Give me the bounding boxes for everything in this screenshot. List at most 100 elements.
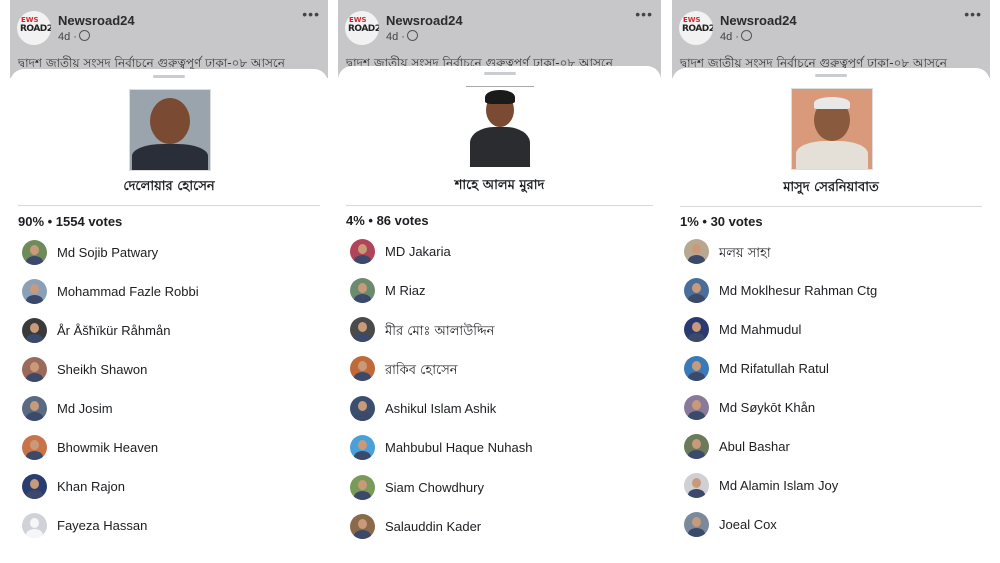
avatar[interactable]: [22, 474, 47, 499]
voter-item[interactable]: Ashikul Islam Ashik: [350, 394, 657, 422]
avatar[interactable]: [350, 239, 375, 264]
avatar[interactable]: [22, 513, 47, 538]
voter-item[interactable]: Fayeza Hassan: [22, 511, 324, 539]
vote-summary: 90% • 1554 votes: [18, 214, 123, 229]
voter-item[interactable]: Md Sojib Patwary: [22, 238, 324, 266]
voter-item[interactable]: Md Rifatullah Ratul: [684, 354, 986, 382]
page-logo[interactable]: EWS ROAD24: [17, 11, 51, 45]
avatar[interactable]: [22, 435, 47, 460]
voter-item[interactable]: Md Mahmudul: [684, 315, 986, 343]
avatar[interactable]: [350, 435, 375, 460]
more-options-icon[interactable]: •••: [635, 6, 653, 22]
avatar[interactable]: [22, 240, 47, 265]
voter-item[interactable]: Md Søykōt Khån: [684, 393, 986, 421]
voter-name[interactable]: Md Mahmudul: [719, 322, 801, 337]
voter-name[interactable]: Md Moklhesur Rahman Ctg: [719, 283, 877, 298]
voters-sheet: মাসুদ সেরনিয়াবাত 1% • 30 votes মলয় সাহ…: [672, 68, 990, 563]
candidate-photo: [129, 89, 211, 171]
voter-item[interactable]: År Åšħïkür Råhmån: [22, 316, 324, 344]
logo-top-text: EWS: [683, 16, 701, 24]
post-time: 4d ·: [720, 30, 752, 43]
poll-panel-2: EWS ROAD24 Newsroad24 4d · ••• দ্বাদশ জা…: [338, 0, 661, 563]
voter-item[interactable]: Sheikh Shawon: [22, 355, 324, 383]
voter-name[interactable]: Md Alamin Islam Joy: [719, 478, 838, 493]
page-name[interactable]: Newsroad24: [58, 13, 135, 28]
divider: [18, 205, 320, 206]
logo-top-text: EWS: [21, 16, 39, 24]
voter-name[interactable]: År Åšħïkür Råhmån: [57, 323, 170, 338]
voter-name[interactable]: মলয় সাহা: [719, 244, 771, 265]
voter-name[interactable]: Siam Chowdhury: [385, 480, 484, 495]
voter-item[interactable]: মীর মোঃ আলাউদ্দিন: [350, 315, 657, 343]
voter-name[interactable]: MD Jakaria: [385, 244, 451, 259]
avatar[interactable]: [684, 239, 709, 264]
avatar[interactable]: [22, 396, 47, 421]
post-header: EWS ROAD24 Newsroad24 4d · ••• দ্বাদশ জা…: [10, 0, 328, 78]
voter-name[interactable]: M Riaz: [385, 283, 425, 298]
avatar[interactable]: [350, 356, 375, 381]
globe-icon: [740, 30, 752, 41]
voter-name[interactable]: Md Rifatullah Ratul: [719, 361, 829, 376]
more-options-icon[interactable]: •••: [302, 6, 320, 22]
avatar[interactable]: [350, 317, 375, 342]
sheet-grabber[interactable]: [153, 75, 185, 78]
avatar[interactable]: [350, 475, 375, 500]
avatar[interactable]: [22, 318, 47, 343]
avatar[interactable]: [684, 317, 709, 342]
voter-name[interactable]: Abul Bashar: [719, 439, 790, 454]
post-header: EWS ROAD24 Newsroad24 4d · ••• দ্বাদশ জা…: [672, 0, 990, 78]
voter-name[interactable]: Md Josim: [57, 401, 113, 416]
avatar[interactable]: [684, 356, 709, 381]
voter-item[interactable]: Abul Bashar: [684, 432, 986, 460]
avatar[interactable]: [684, 473, 709, 498]
post-time-text: 4d ·: [386, 31, 405, 43]
voter-name[interactable]: Joeal Cox: [719, 517, 777, 532]
sheet-grabber[interactable]: [483, 72, 516, 75]
avatar[interactable]: [350, 514, 375, 539]
page-logo[interactable]: EWS ROAD24: [345, 11, 379, 45]
page-name[interactable]: Newsroad24: [386, 13, 463, 28]
voter-item[interactable]: মলয় সাহা: [684, 237, 986, 265]
candidate-name: শাহে আলম মুরাদ: [454, 178, 545, 193]
voter-item[interactable]: Mahbubul Haque Nuhash: [350, 433, 657, 461]
voter-item[interactable]: রাকিব হোসেন: [350, 354, 657, 382]
voter-name[interactable]: Md Søykōt Khån: [719, 400, 815, 415]
voter-name[interactable]: Bhowmik Heaven: [57, 440, 158, 455]
voter-item[interactable]: Md Josim: [22, 394, 324, 422]
avatar[interactable]: [684, 278, 709, 303]
vote-summary: 1% • 30 votes: [680, 214, 763, 229]
voter-name[interactable]: Md Sojib Patwary: [57, 245, 158, 260]
voter-item[interactable]: MD Jakaria: [350, 237, 657, 265]
vote-summary: 4% • 86 votes: [346, 213, 429, 228]
avatar[interactable]: [684, 512, 709, 537]
voter-name[interactable]: Salauddin Kader: [385, 519, 481, 534]
avatar[interactable]: [684, 434, 709, 459]
voter-name[interactable]: রাকিব হোসেন: [385, 361, 458, 382]
avatar[interactable]: [350, 278, 375, 303]
avatar[interactable]: [350, 396, 375, 421]
poll-panel-1: EWS ROAD24 Newsroad24 4d · ••• দ্বাদশ জা…: [10, 0, 328, 563]
page-name[interactable]: Newsroad24: [720, 13, 797, 28]
voter-name[interactable]: Sheikh Shawon: [57, 362, 147, 377]
voter-name[interactable]: Mahbubul Haque Nuhash: [385, 440, 532, 455]
more-options-icon[interactable]: •••: [964, 6, 982, 22]
voter-name[interactable]: Fayeza Hassan: [57, 518, 147, 533]
voter-item[interactable]: Md Moklhesur Rahman Ctg: [684, 276, 986, 304]
voter-name[interactable]: Mohammad Fazle Robbi: [57, 284, 199, 299]
voter-item[interactable]: Mohammad Fazle Robbi: [22, 277, 324, 305]
voter-item[interactable]: Salauddin Kader: [350, 512, 657, 540]
voter-item[interactable]: Md Alamin Islam Joy: [684, 471, 986, 499]
avatar[interactable]: [22, 279, 47, 304]
voter-item[interactable]: M Riaz: [350, 276, 657, 304]
voter-item[interactable]: Joeal Cox: [684, 510, 986, 538]
voter-item[interactable]: Bhowmik Heaven: [22, 433, 324, 461]
voter-item[interactable]: Khan Rajon: [22, 472, 324, 500]
voter-name[interactable]: মীর মোঃ আলাউদ্দিন: [385, 322, 494, 343]
voter-item[interactable]: Siam Chowdhury: [350, 473, 657, 501]
sheet-grabber[interactable]: [815, 74, 847, 77]
voter-name[interactable]: Khan Rajon: [57, 479, 125, 494]
page-logo[interactable]: EWS ROAD24: [679, 11, 713, 45]
avatar[interactable]: [22, 357, 47, 382]
voter-name[interactable]: Ashikul Islam Ashik: [385, 401, 496, 416]
avatar[interactable]: [684, 395, 709, 420]
